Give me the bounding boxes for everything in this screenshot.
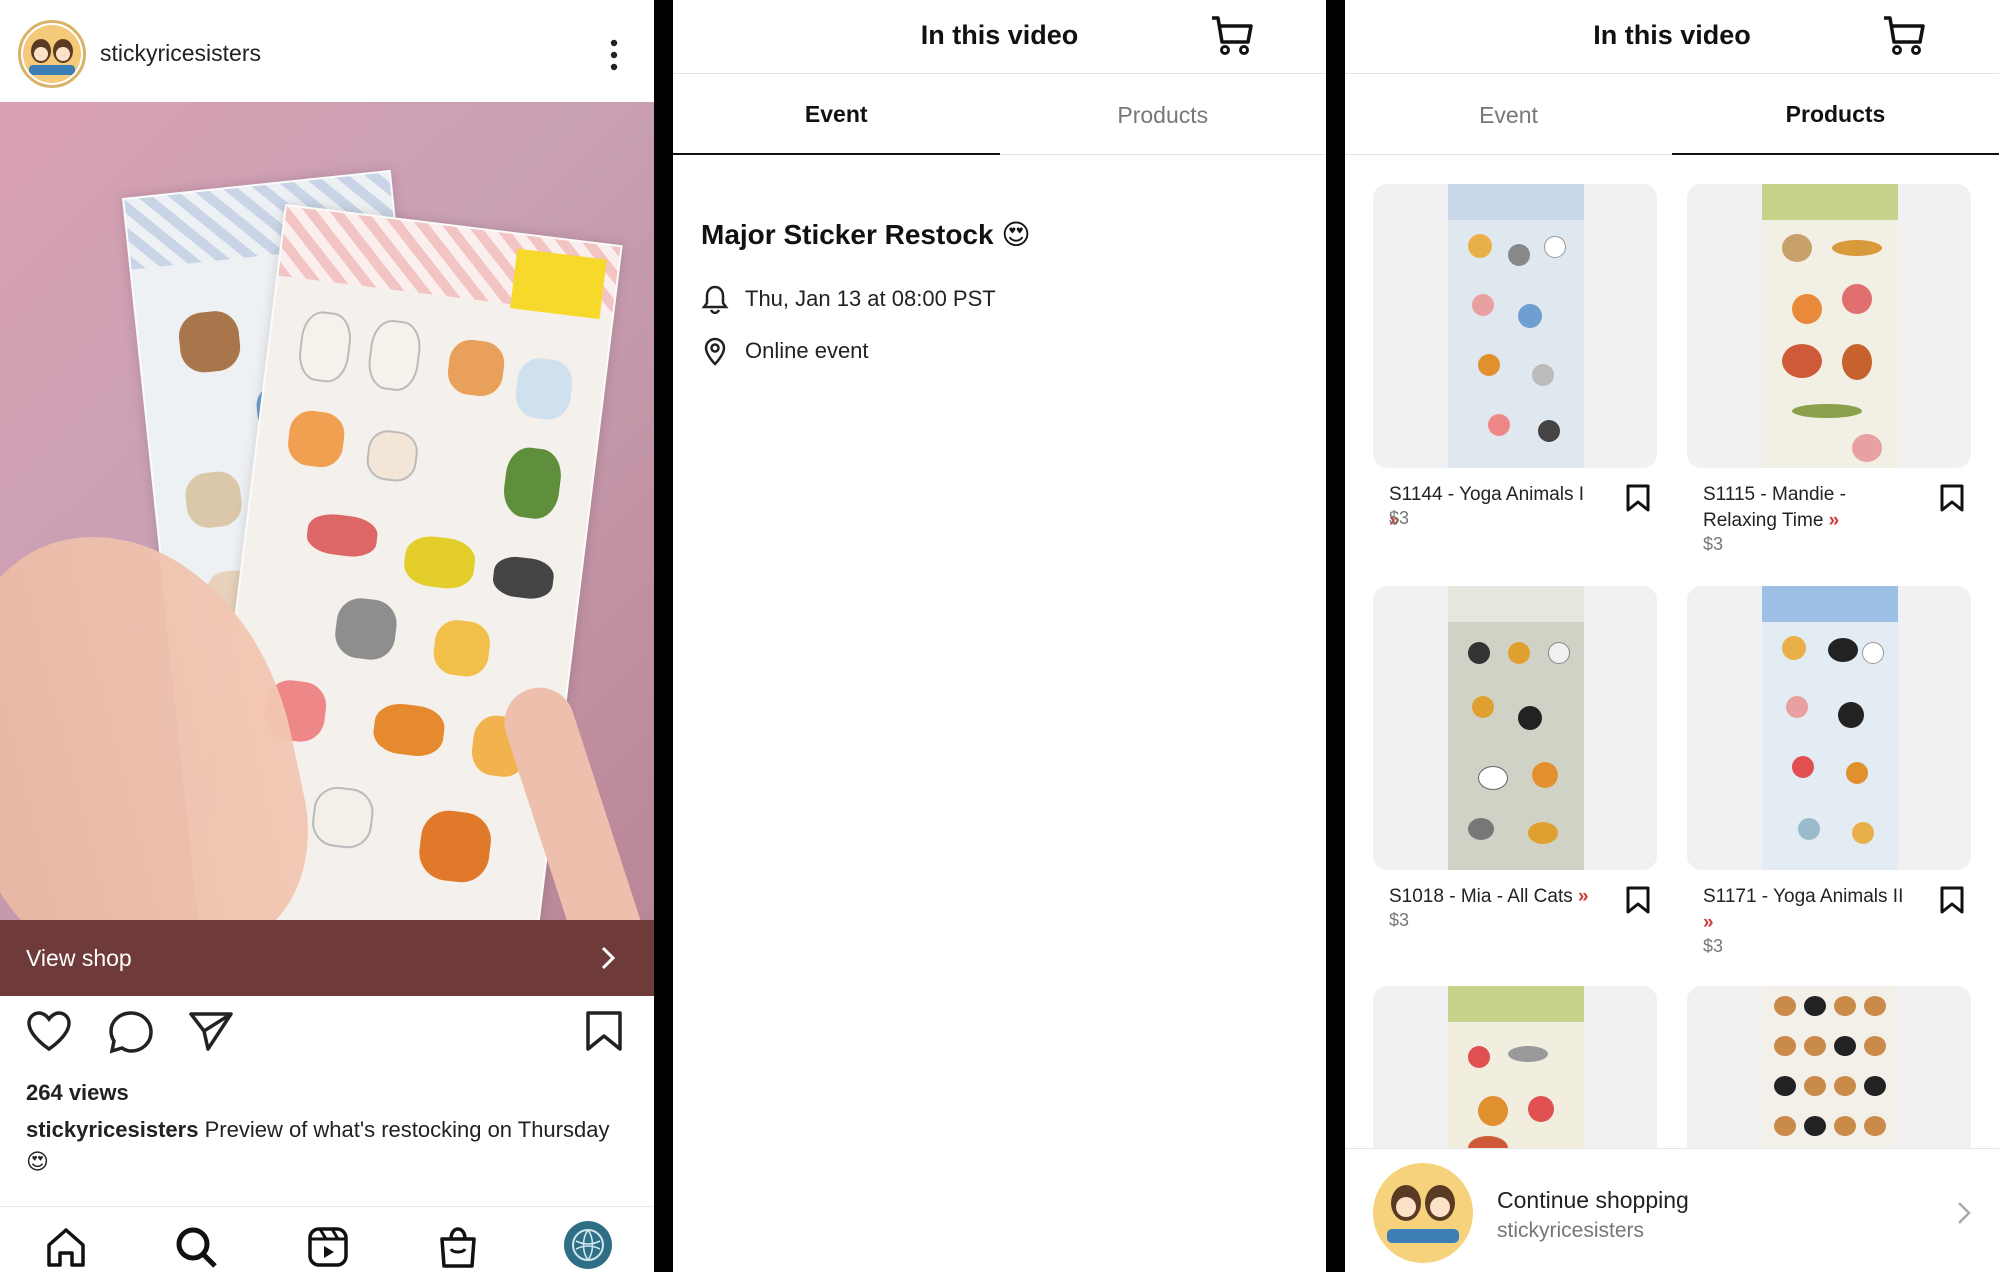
- product-card[interactable]: S1115 - Mandie - Relaxing Time » $3: [1687, 184, 1971, 554]
- products-panel: In this video Event Products S1144 - Yog…: [1345, 0, 1999, 1272]
- chevron-right-icon: [601, 946, 616, 970]
- continue-shopping-bar[interactable]: Continue shopping stickyricesisters: [1345, 1148, 1999, 1272]
- chevron-right-icon: [1958, 1202, 1971, 1224]
- tab-products[interactable]: Products: [1672, 75, 1999, 155]
- post-header: stickyricesisters: [0, 0, 654, 102]
- event-datetime: Thu, Jan 13 at 08:00 PST: [745, 286, 996, 311]
- bookmark-icon[interactable]: [1625, 886, 1651, 914]
- bell-icon: [701, 285, 729, 314]
- home-icon[interactable]: [44, 1225, 88, 1269]
- continue-shopping-shop: stickyricesisters: [1497, 1219, 1645, 1242]
- sheet-tabs: Event Products: [673, 75, 1326, 155]
- tab-products[interactable]: Products: [1000, 75, 1327, 155]
- product-name[interactable]: S1144 - Yoga Animals I »: [1389, 482, 1599, 534]
- event-panel: In this video Event Products Major Stick…: [673, 0, 1326, 1272]
- location-pin-icon: [704, 337, 726, 366]
- sheet-header: In this video: [673, 0, 1326, 74]
- post-caption: stickyricesisters Preview of what's rest…: [26, 1114, 626, 1178]
- share-icon[interactable]: [188, 1010, 234, 1052]
- caption-text: Preview of what's restocking on Thursday: [204, 1117, 610, 1142]
- shop-avatar: [1373, 1163, 1473, 1263]
- bottom-nav: [0, 1206, 654, 1272]
- post-username[interactable]: stickyricesisters: [100, 40, 261, 67]
- event-title: Major Sticker Restock 😍: [701, 219, 1031, 250]
- reels-icon[interactable]: [306, 1225, 350, 1269]
- product-price: $3: [1389, 508, 1410, 528]
- product-card[interactable]: S1144 - Yoga Animals I » $3: [1373, 184, 1657, 531]
- caption-emoji: 😍: [26, 1149, 49, 1174]
- product-name[interactable]: S1115 - Mandie - Relaxing Time »: [1703, 482, 1913, 534]
- shop-icon[interactable]: [436, 1225, 480, 1269]
- product-card[interactable]: S1171 - Yoga Animals II » $3: [1687, 586, 1971, 956]
- post-panel: stickyricesisters View shop 264 views st…: [0, 0, 654, 1272]
- view-count: 264 views: [26, 1080, 129, 1105]
- event-location: Online event: [745, 338, 869, 363]
- cart-icon[interactable]: [1209, 12, 1255, 58]
- comment-icon[interactable]: [108, 1010, 154, 1054]
- profile-icon[interactable]: [564, 1221, 612, 1269]
- sheet-tabs: Event Products: [1345, 75, 1999, 155]
- product-image[interactable]: [1687, 184, 1971, 468]
- bookmark-icon[interactable]: [584, 1010, 624, 1052]
- tab-event[interactable]: Event: [673, 75, 1000, 155]
- search-icon[interactable]: [174, 1225, 218, 1269]
- product-image[interactable]: [1373, 586, 1657, 870]
- bookmark-icon[interactable]: [1939, 484, 1965, 512]
- event-datetime-row: Thu, Jan 13 at 08:00 PST: [701, 284, 996, 314]
- caption-username[interactable]: stickyricesisters: [26, 1117, 198, 1142]
- event-location-row: Online event: [701, 336, 869, 366]
- product-card[interactable]: S1018 - Mia - All Cats » $3: [1373, 586, 1657, 930]
- product-price: $3: [1703, 534, 1724, 554]
- avatar[interactable]: [18, 20, 86, 88]
- heart-icon[interactable]: [26, 1010, 72, 1052]
- product-image[interactable]: [1687, 586, 1971, 870]
- view-shop-bar[interactable]: View shop: [0, 920, 654, 996]
- product-name[interactable]: S1018 - Mia - All Cats »: [1389, 884, 1599, 910]
- view-shop-label: View shop: [26, 944, 132, 971]
- tab-event[interactable]: Event: [1345, 75, 1672, 155]
- product-name[interactable]: S1171 - Yoga Animals II »: [1703, 884, 1913, 936]
- bookmark-icon[interactable]: [1939, 886, 1965, 914]
- product-price: $3: [1389, 910, 1410, 930]
- sheet-header: In this video: [1345, 0, 1999, 74]
- more-icon[interactable]: [608, 38, 620, 72]
- product-image[interactable]: [1373, 184, 1657, 468]
- continue-shopping-title: Continue shopping: [1497, 1187, 1689, 1213]
- video-player[interactable]: [0, 102, 654, 920]
- product-price: $3: [1703, 936, 1724, 956]
- cart-icon[interactable]: [1881, 12, 1927, 58]
- post-actions: [0, 1010, 654, 1070]
- bookmark-icon[interactable]: [1625, 484, 1651, 512]
